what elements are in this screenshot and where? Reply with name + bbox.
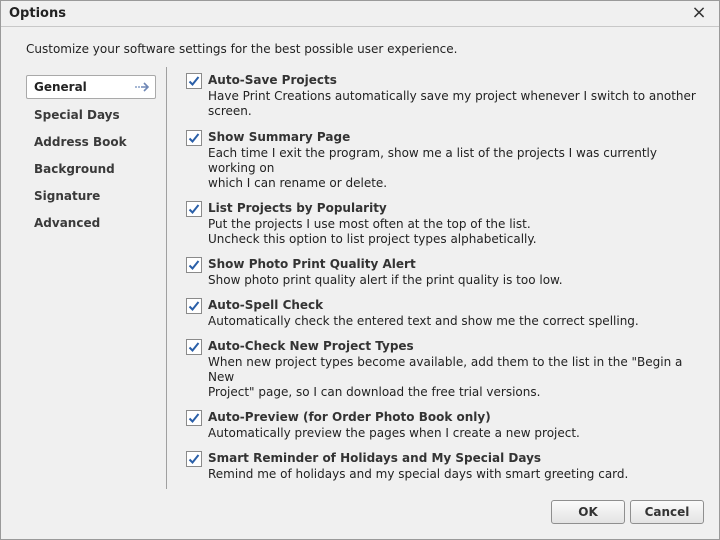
check-icon <box>188 301 200 311</box>
cancel-button[interactable]: Cancel <box>630 500 704 524</box>
sidebar-item-background[interactable]: Background <box>26 156 156 183</box>
option-show-summary: Show Summary Page Each time I exit the p… <box>186 129 706 191</box>
option-description: Remind me of holidays and my special day… <box>208 467 629 481</box>
check-icon <box>188 413 200 423</box>
sidebar-item-advanced[interactable]: Advanced <box>26 210 156 237</box>
sidebar-nav: General Special Days Address Book Backgr… <box>26 75 156 237</box>
options-dialog: Options × Customize your software settin… <box>0 0 720 540</box>
list-by-popularity-checkbox[interactable] <box>186 201 202 217</box>
option-description: When new project types become available,… <box>208 355 683 384</box>
check-icon <box>188 342 200 352</box>
sidebar-item-signature[interactable]: Signature <box>26 183 156 210</box>
sidebar-item-address-book[interactable]: Address Book <box>26 129 156 156</box>
intro-text: Customize your software settings for the… <box>26 42 458 56</box>
option-description: Automatically preview the pages when I c… <box>208 426 580 440</box>
option-auto-spell-check: Auto-Spell Check Automatically check the… <box>186 297 706 329</box>
show-summary-checkbox[interactable] <box>186 130 202 146</box>
option-auto-save: Auto-Save Projects Have Print Creations … <box>186 72 706 119</box>
option-description: Each time I exit the program, show me a … <box>208 146 657 175</box>
option-description: Put the projects I use most often at the… <box>208 217 531 231</box>
option-title: Show Photo Print Quality Alert <box>208 257 416 271</box>
arrow-right-icon <box>135 82 150 92</box>
option-title: Auto-Preview (for Order Photo Book only) <box>208 410 491 424</box>
option-description: which I can rename or delete. <box>208 176 388 190</box>
print-quality-alert-checkbox[interactable] <box>186 257 202 273</box>
option-title: Smart Reminder of Holidays and My Specia… <box>208 451 542 465</box>
smart-reminder-checkbox[interactable] <box>186 451 202 467</box>
option-title: List Projects by Popularity <box>208 201 387 215</box>
check-icon <box>188 454 200 464</box>
sidebar-item-special-days[interactable]: Special Days <box>26 102 156 129</box>
divider <box>166 67 167 489</box>
option-title: Auto-Check New Project Types <box>208 339 414 353</box>
option-auto-check-new-types: Auto-Check New Project Types When new pr… <box>186 338 706 400</box>
option-description: Automatically check the entered text and… <box>208 314 639 328</box>
option-print-quality-alert: Show Photo Print Quality Alert Show phot… <box>186 256 706 288</box>
dialog-title: Options <box>9 6 66 21</box>
check-icon <box>188 204 200 214</box>
option-description: Show photo print quality alert if the pr… <box>208 273 563 287</box>
auto-preview-checkbox[interactable] <box>186 410 202 426</box>
options-list: Auto-Save Projects Have Print Creations … <box>186 72 706 482</box>
option-auto-preview: Auto-Preview (for Order Photo Book only)… <box>186 409 706 441</box>
auto-save-checkbox[interactable] <box>186 73 202 89</box>
auto-check-new-types-checkbox[interactable] <box>186 339 202 355</box>
title-bar: Options × <box>1 1 719 27</box>
check-icon <box>188 76 200 86</box>
option-title: Auto-Save Projects <box>208 73 337 87</box>
option-title: Show Summary Page <box>208 130 351 144</box>
option-list-by-popularity: List Projects by Popularity Put the proj… <box>186 200 706 247</box>
option-description: Project" page, so I can download the fre… <box>208 385 541 399</box>
sidebar-item-general[interactable]: General <box>26 75 156 99</box>
ok-button[interactable]: OK <box>551 500 625 524</box>
option-description: Uncheck this option to list project type… <box>208 232 537 246</box>
check-icon <box>188 133 200 143</box>
option-smart-reminder: Smart Reminder of Holidays and My Specia… <box>186 450 706 482</box>
auto-spell-check-checkbox[interactable] <box>186 298 202 314</box>
close-icon[interactable]: × <box>689 3 709 23</box>
sidebar-item-label: General <box>34 80 87 94</box>
option-title: Auto-Spell Check <box>208 298 324 312</box>
check-icon <box>188 260 200 270</box>
option-description: Have Print Creations automatically save … <box>208 89 696 118</box>
